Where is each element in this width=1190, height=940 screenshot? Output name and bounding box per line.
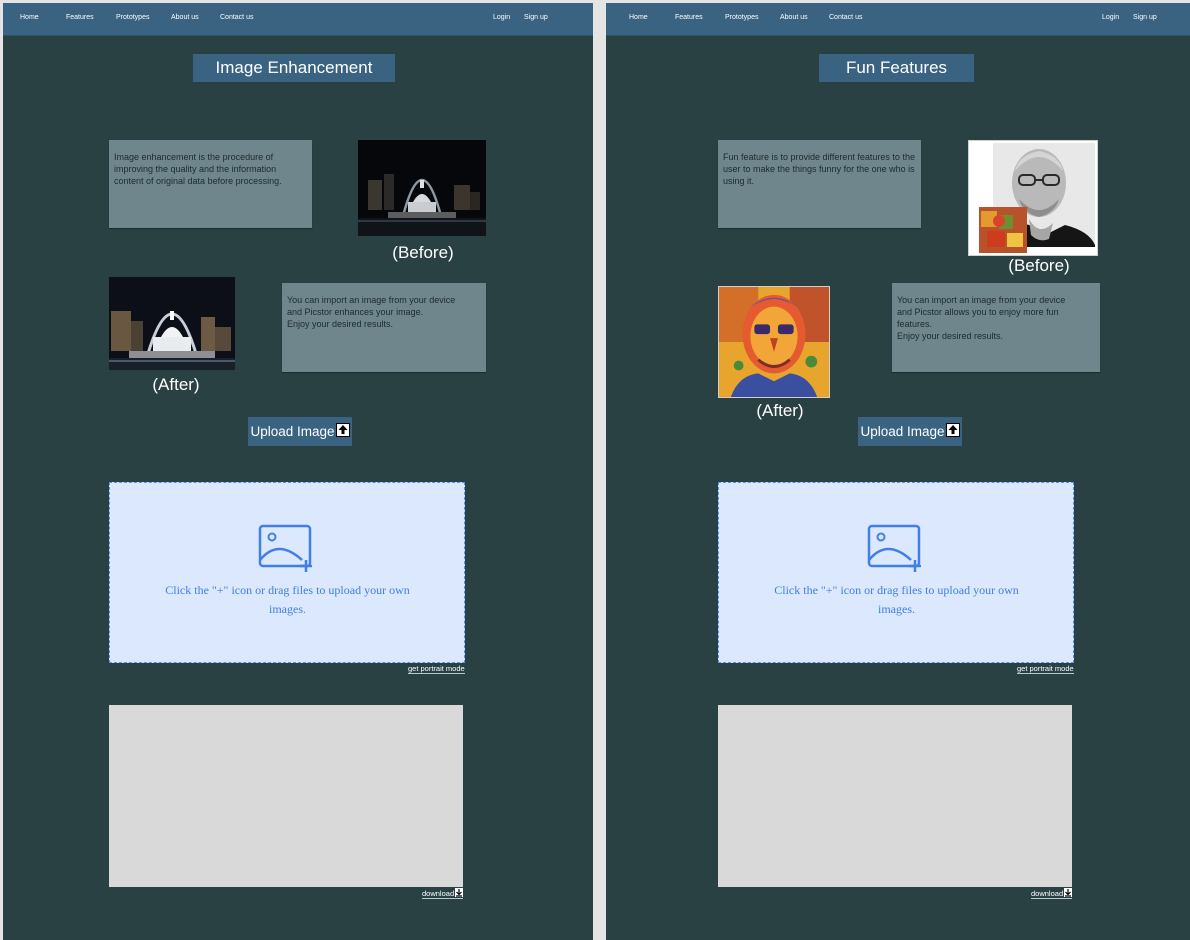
upload-dropzone[interactable]: Click the "+" icon or drag files to uplo… [109,482,465,663]
upload-dropzone[interactable]: Click the "+" icon or drag files to uplo… [718,482,1074,663]
page-title: Fun Features [819,54,974,82]
download-label: download [1031,889,1064,898]
nav-signup-link[interactable]: Sign up [1133,14,1157,21]
upload-button-label: Upload Image [250,424,335,439]
upload-button-label: Upload Image [860,424,945,439]
import-description-box: You can import an image from your device… [892,283,1100,372]
nav-features-link[interactable]: Features [66,14,94,21]
download-arrow-icon [1064,888,1073,897]
dropzone-instructions: Click the "+" icon or drag files to uplo… [774,583,1019,616]
download-arrow-icon [455,888,464,897]
before-image [358,140,486,236]
before-caption: (Before) [392,243,454,262]
upload-image-button[interactable]: Upload Image [248,417,352,446]
upload-image-button[interactable]: Upload Image [858,417,962,446]
nav-features-link[interactable]: Features [675,14,703,21]
nav-login-link[interactable]: Login [493,14,510,21]
image-enhancement-panel: Home Features Prototypes About us Contac… [3,3,593,940]
nav-home-link[interactable]: Home [629,14,648,21]
page-title: Image Enhancement [193,54,395,82]
nav-contact-link[interactable]: Contact us [220,14,253,21]
after-caption: (After) [756,401,804,420]
download-link[interactable]: download [422,888,464,899]
result-preview-box [109,705,463,887]
before-caption: (Before) [1008,256,1070,275]
nav-contact-link[interactable]: Contact us [829,14,862,21]
nav-bar: Home Features Prototypes About us Contac… [606,3,1190,36]
night-capitol-after-picture [109,277,235,370]
description-box: Fun feature is to provide different feat… [718,140,921,228]
import-description-box: You can import an image from your device… [282,283,486,372]
stylized-portrait-after-picture [719,287,829,397]
nav-login-link[interactable]: Login [1102,14,1119,21]
nav-signup-link[interactable]: Sign up [524,14,548,21]
nav-prototypes-link[interactable]: Prototypes [725,14,758,21]
nav-home-link[interactable]: Home [20,14,39,21]
result-preview-box [718,705,1072,887]
upload-arrow-icon [335,422,350,437]
upload-arrow-icon [945,422,960,437]
description-box: Image enhancement is the procedure of im… [109,140,312,228]
fun-features-panel: Home Features Prototypes About us Contac… [606,3,1190,940]
night-capitol-before-picture [358,140,486,236]
after-image [718,286,830,398]
download-link[interactable]: download [1031,888,1073,899]
before-image [968,140,1098,256]
after-image [109,277,235,370]
nav-bar: Home Features Prototypes About us Contac… [3,3,593,36]
get-portrait-mode-link[interactable]: get portrait mode [1017,664,1074,674]
after-caption: (After) [152,375,200,394]
image-add-icon [258,524,312,572]
image-add-icon [867,524,921,572]
nav-about-link[interactable]: About us [171,14,199,21]
download-label: download [422,889,455,898]
dropzone-instructions: Click the "+" icon or drag files to uplo… [165,583,410,616]
get-portrait-mode-link[interactable]: get portrait mode [408,664,465,674]
nav-prototypes-link[interactable]: Prototypes [116,14,149,21]
portrait-before-picture [969,141,1097,255]
nav-about-link[interactable]: About us [780,14,808,21]
